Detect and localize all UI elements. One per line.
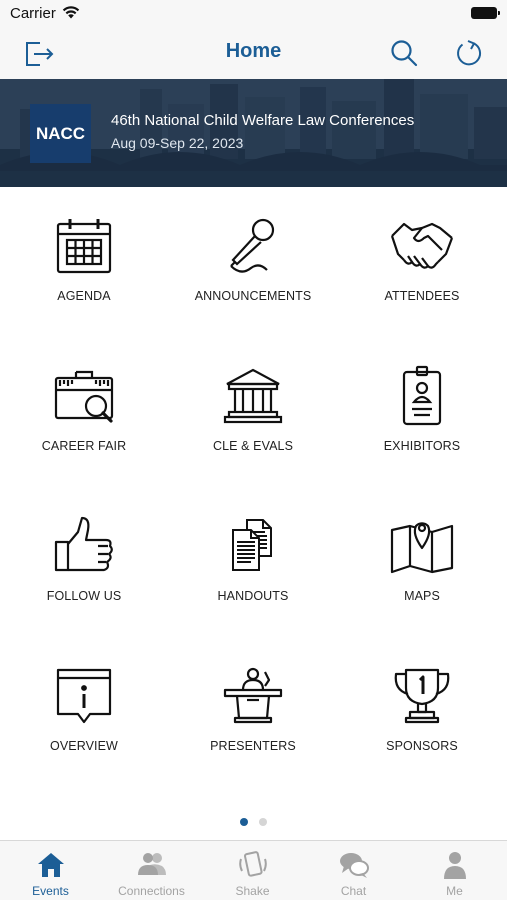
refresh-icon — [457, 40, 481, 66]
tile-label: ATTENDEES — [384, 289, 460, 303]
tab-chat[interactable]: Chat — [303, 841, 404, 900]
documents-icon — [232, 519, 272, 571]
thumbs-up-icon — [54, 516, 113, 572]
tile-announcements[interactable]: ANNOUNCEMENTS — [169, 187, 337, 337]
nacc-logo: NACC — [30, 104, 91, 163]
tile-label: HANDOUTS — [217, 589, 289, 603]
tile-label: ANNOUNCEMENTS — [194, 289, 312, 303]
page-indicator[interactable] — [0, 818, 507, 828]
tab-bar: Events Connections Shake Chat Me — [0, 840, 507, 900]
tab-me[interactable]: Me — [404, 841, 505, 900]
conference-title: 46th National Child Welfare Law Conferen… — [111, 112, 415, 129]
carrier-label: Carrier — [10, 5, 56, 22]
tab-label: Chat — [340, 884, 367, 898]
tile-agenda[interactable]: AGENDA — [0, 187, 168, 337]
page-title: Home — [225, 40, 282, 62]
tab-label: Events — [32, 884, 69, 898]
tile-presenters[interactable]: PRESENTERS — [169, 637, 337, 787]
tile-attendees[interactable]: ATTENDEES — [338, 187, 506, 337]
briefcase-search-icon — [54, 370, 114, 423]
refresh-button[interactable] — [452, 36, 486, 70]
tile-exhibitors[interactable]: EXHIBITORS — [338, 337, 506, 487]
tab-label: Connections — [118, 884, 185, 898]
courthouse-icon — [223, 368, 283, 424]
tab-events[interactable]: Events — [0, 841, 101, 900]
tab-connections[interactable]: Connections — [101, 841, 202, 900]
tile-label: CAREER FAIR — [41, 439, 127, 453]
tile-label: AGENDA — [57, 289, 111, 303]
tile-maps[interactable]: MAPS — [338, 487, 506, 637]
tile-sponsors[interactable]: SPONSORS — [338, 637, 506, 787]
id-badge-icon — [402, 365, 442, 426]
search-icon — [391, 40, 418, 67]
tile-follow-us[interactable]: FOLLOW US — [0, 487, 168, 637]
tile-label: OVERVIEW — [50, 739, 118, 753]
people-icon — [137, 853, 166, 875]
podium-icon — [223, 667, 283, 724]
tile-handouts[interactable]: HANDOUTS — [169, 487, 337, 637]
tile-label: EXHIBITORS — [383, 439, 461, 453]
tile-label: MAPS — [404, 589, 440, 603]
map-pin-icon — [390, 522, 454, 574]
tile-label: SPONSORS — [386, 739, 458, 753]
tile-label: FOLLOW US — [46, 589, 122, 603]
tile-cle-evals[interactable]: CLE & EVALS — [169, 337, 337, 487]
tile-career-fair[interactable]: CAREER FAIR — [0, 337, 168, 487]
nav-bar: Home — [0, 28, 507, 79]
trophy-icon — [394, 668, 450, 724]
tile-overview[interactable]: OVERVIEW — [0, 637, 168, 787]
page-dot-active[interactable] — [240, 818, 248, 826]
handshake-icon — [390, 222, 454, 269]
tab-label: Me — [446, 884, 463, 898]
tab-shake[interactable]: Shake — [202, 841, 303, 900]
tab-label: Shake — [235, 884, 270, 898]
home-icon — [37, 853, 64, 877]
wifi-icon — [62, 6, 80, 19]
chat-bubbles-icon — [339, 853, 369, 878]
microphone-icon — [230, 218, 275, 273]
search-button[interactable] — [387, 36, 421, 70]
tile-label: CLE & EVALS — [212, 439, 294, 453]
info-icon — [56, 668, 112, 724]
event-banner[interactable]: NACC 46th National Child Welfare Law Con… — [0, 79, 507, 187]
person-icon — [443, 852, 466, 879]
feature-grid: AGENDA ANNOUNCEMENTS ATTENDEES CAREER FA… — [0, 187, 507, 787]
page-dot[interactable] — [259, 818, 267, 826]
status-bar: Carrier — [0, 0, 507, 28]
phone-shake-icon — [238, 851, 267, 877]
battery-icon — [471, 7, 500, 19]
conference-dates: Aug 09-Sep 22, 2023 — [111, 135, 244, 151]
calendar-icon — [56, 219, 112, 274]
tile-label: PRESENTERS — [210, 739, 296, 753]
